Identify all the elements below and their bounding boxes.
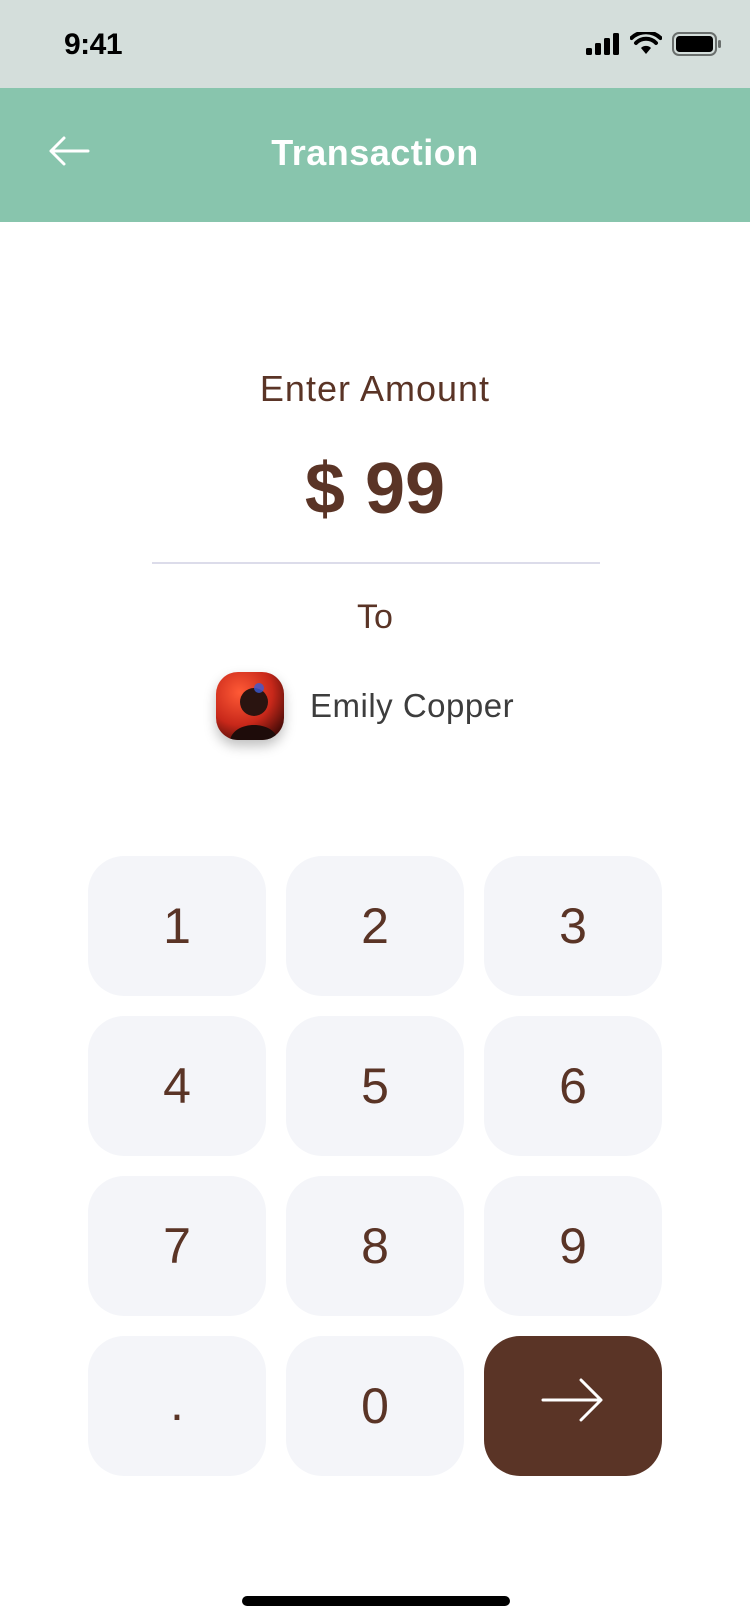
recipient-name: Emily Copper [310, 687, 515, 724]
recipient[interactable]: Emily Copper [216, 672, 514, 740]
key-5[interactable]: 5 [286, 1016, 464, 1156]
key-6[interactable]: 6 [484, 1016, 662, 1156]
key-9[interactable]: 9 [484, 1176, 662, 1316]
key-2[interactable]: 2 [286, 856, 464, 996]
key-3[interactable]: 3 [484, 856, 662, 996]
home-indicator[interactable] [242, 1596, 510, 1606]
to-label: To [357, 598, 393, 636]
avatar [216, 672, 284, 740]
page-title: Transaction [271, 132, 479, 173]
enter-amount-label: Enter Amount [259, 368, 491, 409]
key-8[interactable]: 8 [286, 1176, 464, 1316]
keypad: 1 2 3 4 5 6 7 8 9 . 0 [88, 856, 662, 1476]
key-7[interactable]: 7 [88, 1176, 266, 1316]
battery-icon [672, 32, 722, 61]
signal-icon [586, 33, 620, 60]
arrow-right-icon [541, 1376, 605, 1436]
submit-button[interactable] [484, 1336, 662, 1476]
status-bar: 9:41 [0, 0, 750, 88]
wifi-icon [629, 30, 663, 61]
status-icons [586, 30, 722, 61]
status-time: 9:41 [64, 28, 123, 61]
amount-value[interactable]: $ 99 [0, 448, 750, 530]
key-1[interactable]: 1 [88, 856, 266, 996]
amount-divider [152, 562, 600, 564]
header-bar: Transaction [0, 88, 750, 222]
key-0[interactable]: 0 [286, 1336, 464, 1476]
key-4[interactable]: 4 [88, 1016, 266, 1156]
key-decimal[interactable]: . [88, 1336, 266, 1476]
